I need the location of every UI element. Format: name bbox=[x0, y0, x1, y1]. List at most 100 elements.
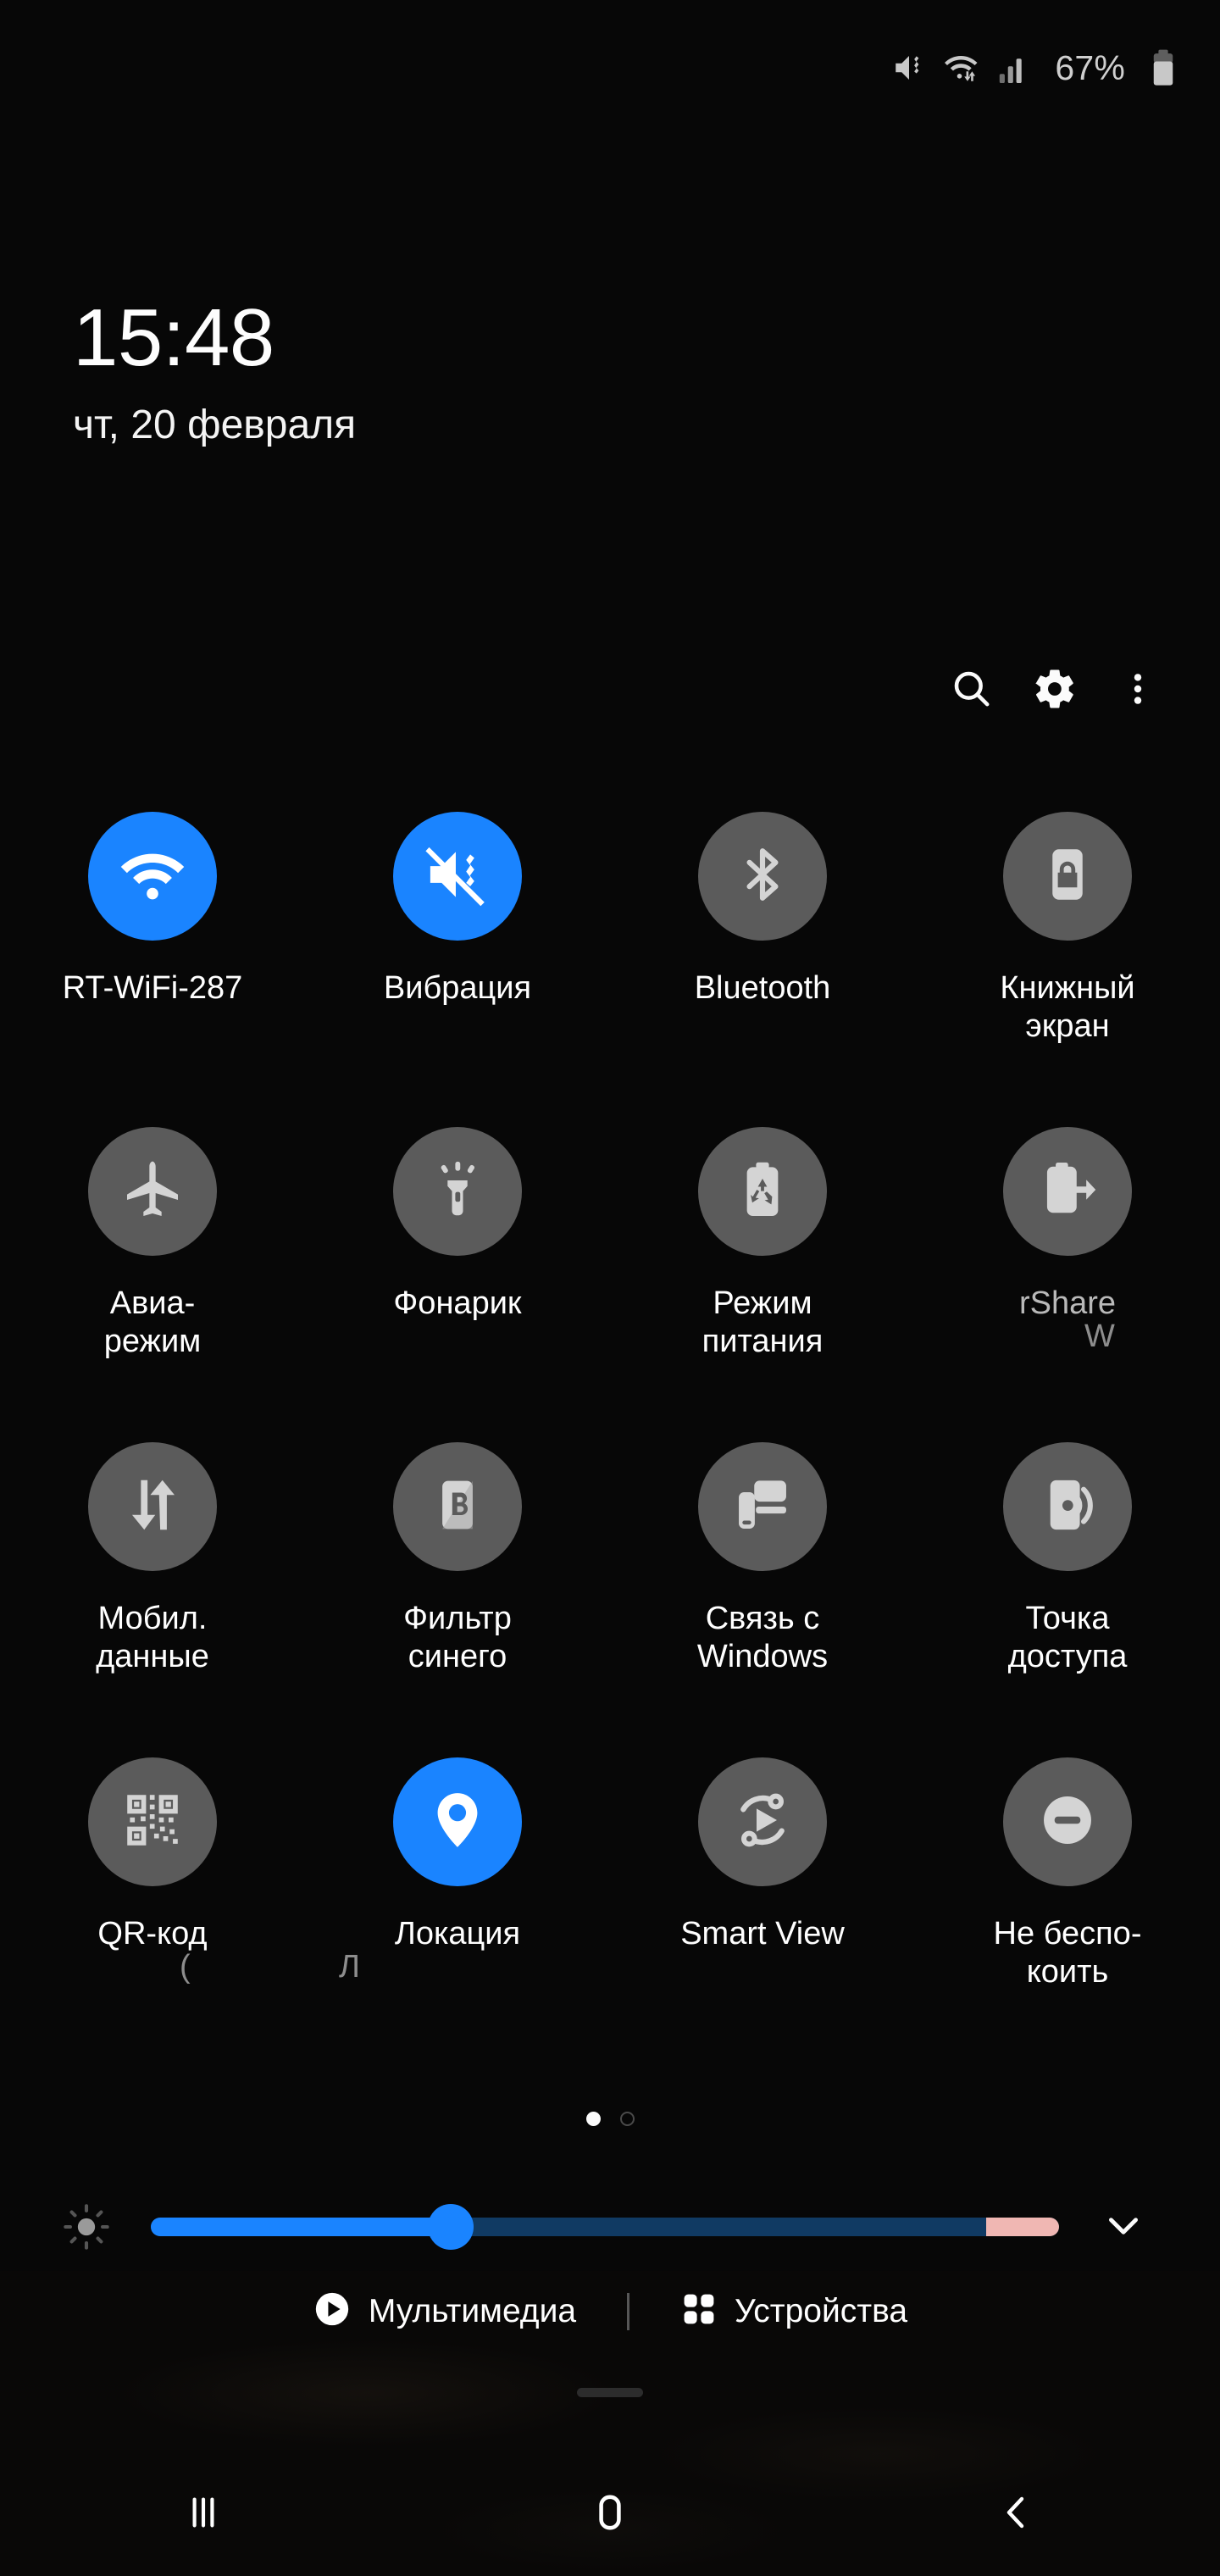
tile-label: Книжный экран bbox=[1000, 970, 1135, 1044]
tile-label: QR-код bbox=[97, 1916, 208, 1951]
home-button[interactable] bbox=[407, 2452, 813, 2576]
more-vert-icon bbox=[1117, 669, 1158, 713]
tile-icon-circle bbox=[393, 1127, 522, 1256]
tile-wireless-powershare[interactable]: rShare W bbox=[915, 1112, 1220, 1427]
tile-smart-view[interactable]: Smart View bbox=[610, 1742, 915, 2057]
tile-label: Локация bbox=[394, 1916, 521, 1951]
clock-date: чт, 20 февраля bbox=[73, 402, 357, 448]
recents-icon bbox=[182, 2491, 225, 2538]
tile-label: Фонарик bbox=[393, 1285, 522, 1321]
tile-link-to-windows[interactable]: Связь с Windows bbox=[610, 1427, 915, 1742]
chevron-down-icon bbox=[1102, 2204, 1145, 2251]
drag-handle[interactable] bbox=[577, 2388, 643, 2397]
tile-flashlight[interactable]: Фонарик bbox=[305, 1112, 610, 1427]
quick-settings-screen: 67% 15:48 чт, 20 февраля RT-WiFi-287 Виб… bbox=[0, 0, 1220, 2576]
recents-button[interactable] bbox=[0, 2452, 407, 2576]
tile-label: Мобил. данные bbox=[96, 1601, 209, 1674]
page-dot-1[interactable] bbox=[585, 2112, 601, 2126]
wifi-data-icon bbox=[943, 50, 982, 86]
tile-icon-circle bbox=[1003, 1127, 1132, 1256]
power-mode-icon bbox=[730, 1158, 795, 1226]
tile-icon-circle bbox=[393, 1757, 522, 1886]
page-dot-2[interactable] bbox=[619, 2112, 635, 2126]
devices-label: Устройства bbox=[735, 2292, 908, 2329]
tile-icon-circle bbox=[698, 1442, 827, 1571]
tile-icon-circle bbox=[1003, 1757, 1132, 1886]
brightness-row bbox=[0, 2186, 1220, 2268]
tile-icon-circle bbox=[1003, 1442, 1132, 1571]
home-icon bbox=[588, 2490, 632, 2539]
do-not-disturb-icon bbox=[1034, 1787, 1101, 1857]
tile-mobile-data[interactable]: Мобил. данные bbox=[0, 1427, 305, 1742]
qr-code-icon bbox=[120, 1788, 185, 1857]
gear-icon bbox=[1032, 666, 1078, 716]
wifi-icon bbox=[116, 838, 189, 915]
tile-icon-circle bbox=[88, 1757, 217, 1886]
search-icon bbox=[950, 667, 994, 715]
media-label: Мультимедиа bbox=[368, 2292, 577, 2329]
brightness-knob[interactable] bbox=[427, 2204, 474, 2250]
tile-icon-circle bbox=[698, 1127, 827, 1256]
tile-label: Режим питания bbox=[702, 1285, 824, 1359]
tile-power-mode[interactable]: Режим питания bbox=[610, 1112, 915, 1427]
link-to-windows-icon bbox=[729, 1472, 796, 1542]
brightness-track bbox=[151, 2218, 1059, 2236]
tile-label: Связь с Windows bbox=[696, 1601, 829, 1674]
tile-icon-circle bbox=[698, 812, 827, 941]
tile-location-pin[interactable]: Локация bbox=[305, 1742, 610, 2057]
tile-icon-circle bbox=[88, 1127, 217, 1256]
quick-settings-tiles: RT-WiFi-287 Вибрация Bluetooth Книжный э… bbox=[0, 797, 1220, 2057]
grid-squares-icon bbox=[680, 2290, 718, 2332]
mobile-data-icon bbox=[119, 1472, 186, 1542]
tile-icon-circle bbox=[1003, 812, 1132, 941]
tile-label: Не беспо- коить bbox=[993, 1916, 1142, 1990]
flashlight-icon bbox=[424, 1157, 491, 1227]
tile-rotation-lock[interactable]: Книжный экран bbox=[915, 797, 1220, 1112]
play-circle-icon bbox=[313, 2290, 352, 2333]
back-button[interactable] bbox=[813, 2452, 1220, 2576]
swipe-ghost-text: ( bbox=[180, 1949, 191, 1985]
wireless-powershare-icon bbox=[1035, 1158, 1100, 1226]
tile-qr-code[interactable]: QR-код(Л bbox=[0, 1742, 360, 2057]
tile-icon-circle bbox=[88, 1442, 217, 1571]
hotspot-icon bbox=[1035, 1473, 1100, 1541]
navigation-bar bbox=[0, 2452, 1220, 2576]
settings-button[interactable] bbox=[1013, 654, 1096, 727]
smart-view-icon bbox=[729, 1786, 796, 1858]
tile-icon-circle bbox=[88, 812, 217, 941]
more-options-button[interactable] bbox=[1096, 654, 1179, 727]
clock-time: 15:48 bbox=[73, 292, 274, 383]
back-icon bbox=[996, 2492, 1037, 2537]
bluetooth-icon bbox=[731, 843, 794, 910]
clock-block: 15:48 чт, 20 февраля bbox=[73, 292, 357, 448]
media-button[interactable]: Мультимедиа bbox=[297, 2281, 591, 2341]
tile-vibrate[interactable]: Вибрация bbox=[305, 797, 610, 1112]
tile-label: Bluetooth bbox=[694, 970, 831, 1006]
search-button[interactable] bbox=[930, 654, 1013, 727]
brightness-expand-button[interactable] bbox=[1083, 2186, 1164, 2268]
airplane-icon bbox=[119, 1156, 186, 1228]
brightness-fill bbox=[151, 2218, 451, 2236]
tile-wifi[interactable]: RT-WiFi-287 bbox=[0, 797, 305, 1112]
tile-icon-circle bbox=[393, 1442, 522, 1571]
battery-icon bbox=[1151, 48, 1176, 87]
mute-vibrate-icon bbox=[891, 50, 927, 86]
tile-label: RT-WiFi-287 bbox=[62, 970, 243, 1006]
bottom-bar-divider bbox=[627, 2292, 630, 2330]
brightness-icon bbox=[56, 2202, 117, 2251]
page-indicator[interactable] bbox=[0, 2112, 1220, 2126]
tile-bluetooth[interactable]: Bluetooth bbox=[610, 797, 915, 1112]
tile-label: Smart View bbox=[680, 1916, 845, 1951]
tile-hotspot[interactable]: Точка доступа bbox=[915, 1427, 1220, 1742]
tile-icon-circle bbox=[393, 812, 522, 941]
tile-airplane[interactable]: Авиа- режим bbox=[0, 1112, 305, 1427]
brightness-slider[interactable] bbox=[151, 2186, 1059, 2268]
tile-do-not-disturb[interactable]: Не беспо- коить bbox=[915, 1742, 1220, 2057]
tile-blue-light-filter[interactable]: Фильтр синего bbox=[305, 1427, 610, 1742]
status-bar: 67% bbox=[0, 0, 1220, 136]
bottom-shortcut-bar: Мультимедиа Устройства bbox=[0, 2281, 1220, 2341]
tile-label: Авиа- режим bbox=[103, 1285, 202, 1359]
swipe-ghost-text: W bbox=[1084, 1319, 1115, 1354]
tile-label: Вибрация bbox=[383, 970, 532, 1006]
devices-button[interactable]: Устройства bbox=[665, 2282, 923, 2340]
